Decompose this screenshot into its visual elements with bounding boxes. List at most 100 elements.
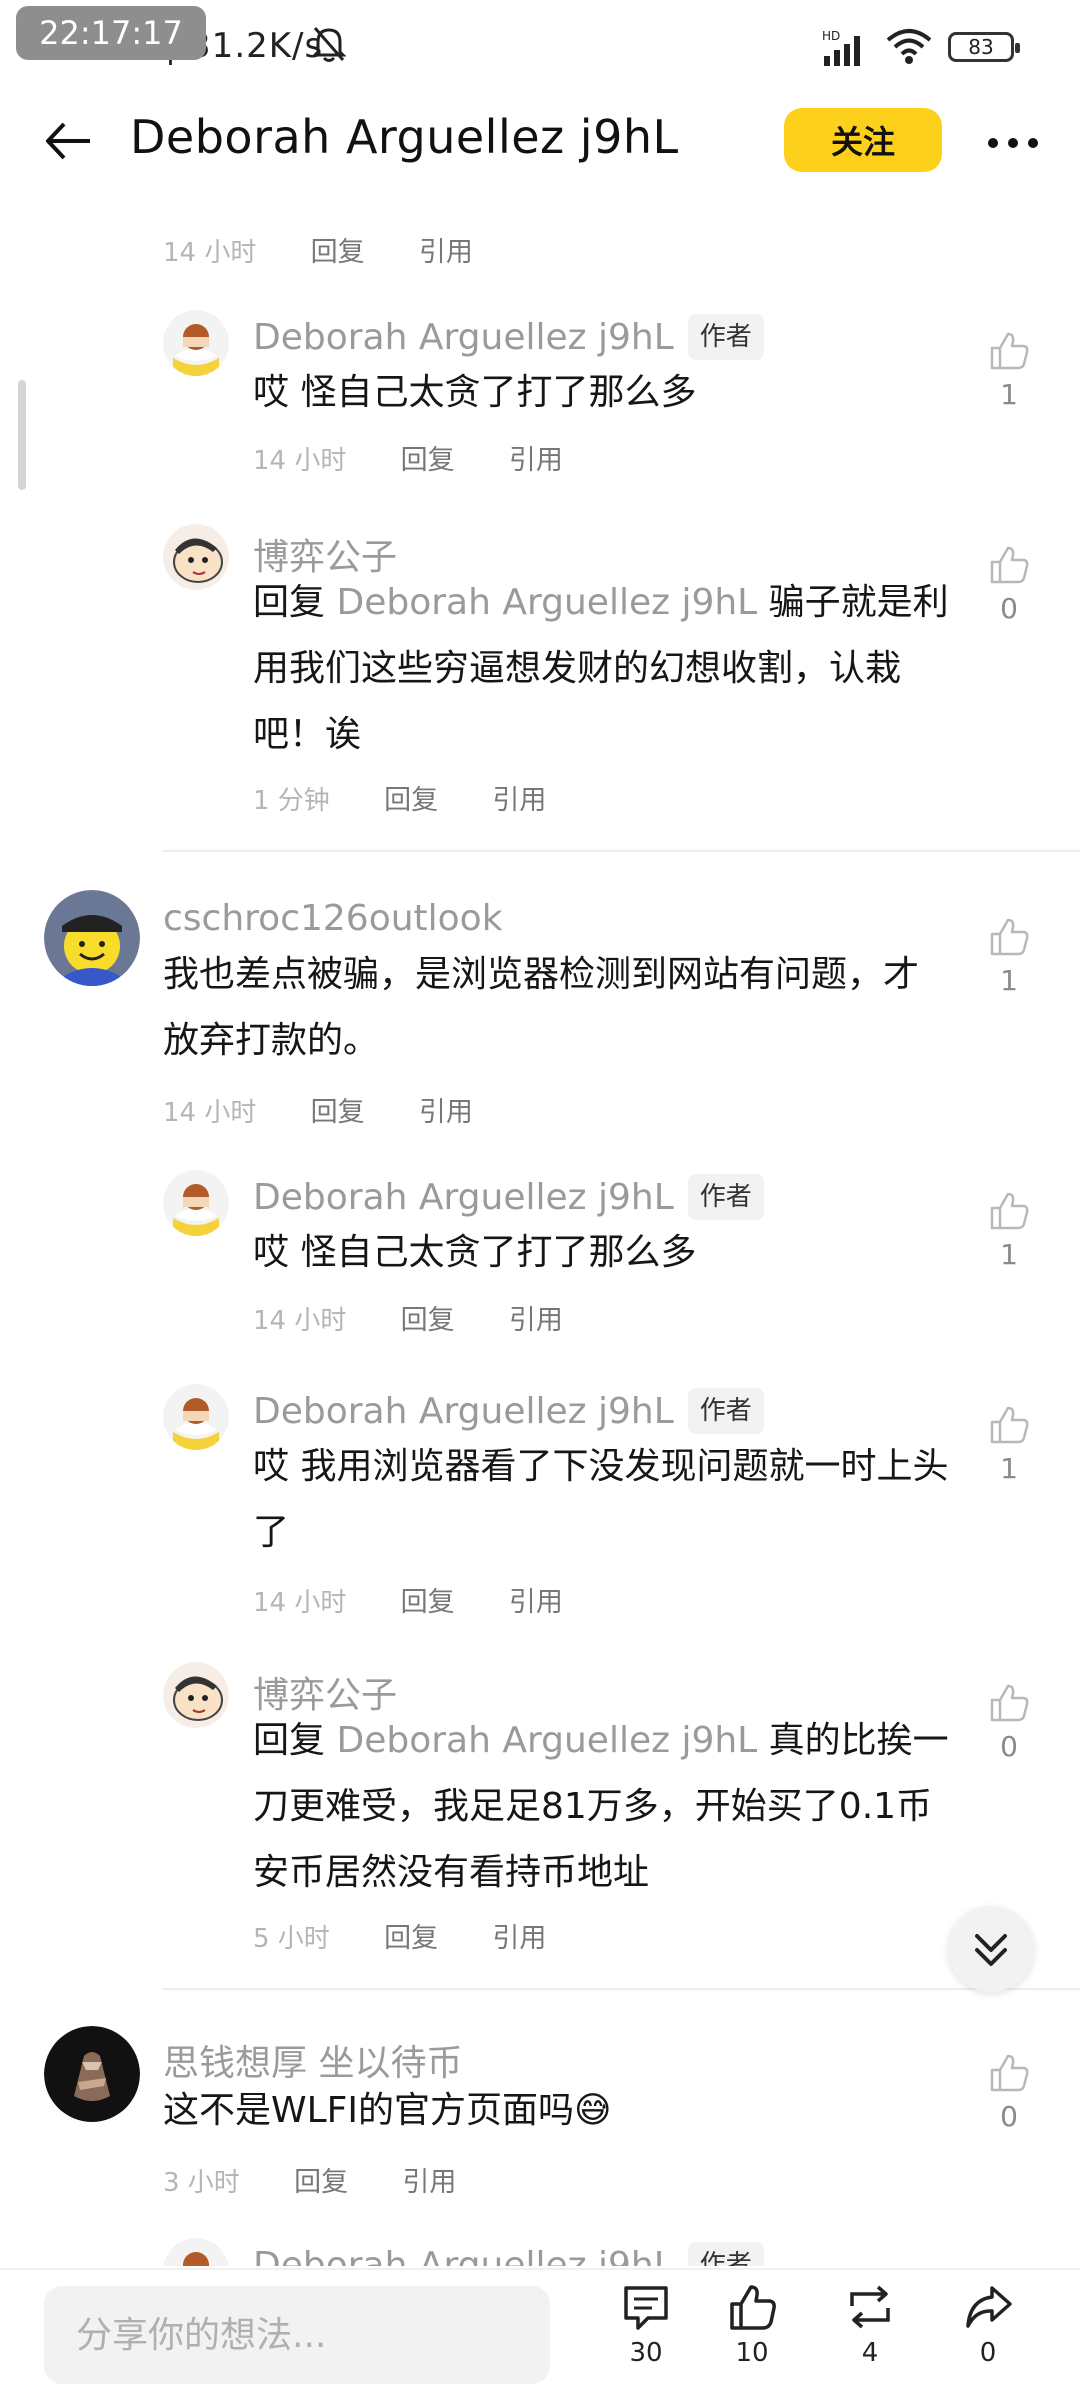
commenter-name[interactable]: cschroc126outlook — [163, 898, 503, 939]
reply-item: Deborah Arguellez j9hL 作者 哎 怪自己太贪了打了那么多 1… — [0, 1170, 1080, 1370]
quote-button[interactable]: 引用 — [509, 1305, 563, 1336]
like-button[interactable]: 0 — [979, 2052, 1039, 2133]
comment-item: 14 小时 回复 引用 — [0, 186, 1080, 286]
quote-button[interactable]: 引用 — [509, 445, 563, 476]
commenter-name[interactable]: Deborah Arguellez j9hL 作者 — [253, 314, 764, 360]
more-options-icon[interactable] — [982, 116, 1044, 166]
user-avatar[interactable] — [163, 524, 229, 590]
reply-prefix: 回复 — [253, 582, 326, 623]
divider — [163, 850, 1080, 852]
like-count: 1 — [1000, 964, 1018, 997]
thumbs-up-icon — [990, 1192, 1029, 1230]
author-badge: 作者 — [687, 314, 764, 360]
user-avatar[interactable] — [163, 310, 229, 376]
reply-to-name[interactable]: Deborah Arguellez j9hL — [336, 1720, 757, 1761]
signal-icon: HD — [822, 29, 860, 66]
comment-meta: 14 小时 回复 引用 — [163, 1090, 473, 1129]
scroll-down-button[interactable] — [948, 1906, 1034, 1992]
user-avatar[interactable] — [163, 1170, 229, 1236]
reply-button[interactable]: 回复 — [311, 237, 365, 268]
page-title: Deborah Arguellez j9hL — [130, 110, 679, 164]
commenter-name[interactable]: Deborah Arguellez j9hL 作者 — [253, 1388, 764, 1434]
commenter-name[interactable]: Deborah Arguellez j9hL 作者 — [253, 2242, 764, 2266]
mute-bell-icon — [312, 27, 346, 62]
comment-text: 哎 怪自己太贪了打了那么多 — [253, 372, 697, 413]
reply-prefix: 回复 — [253, 1720, 326, 1761]
comments-action[interactable]: 30 — [606, 2282, 686, 2368]
reply-to-name[interactable]: Deborah Arguellez j9hL — [336, 582, 757, 623]
user-avatar[interactable] — [44, 890, 140, 986]
quote-button[interactable]: 引用 — [419, 237, 473, 268]
author-badge: 作者 — [687, 2242, 764, 2266]
reply-button[interactable]: 回复 — [384, 785, 438, 816]
share-action[interactable]: 0 — [948, 2282, 1028, 2368]
comment-time: 3 小时 — [163, 2168, 240, 2198]
thumbs-up-icon — [730, 2285, 776, 2330]
user-avatar[interactable] — [163, 1662, 229, 1728]
like-count: 10 — [735, 2338, 769, 2368]
comment-item: cschroc126outlook 我也差点被骗，是浏览器检测到网站有问题，才放… — [0, 890, 1080, 1150]
user-avatar[interactable] — [163, 2238, 229, 2266]
reply-button[interactable]: 回复 — [401, 1305, 455, 1336]
comment-time: 14 小时 — [253, 1306, 347, 1336]
like-count: 0 — [1000, 592, 1018, 625]
quote-button[interactable]: 引用 — [492, 1923, 546, 1954]
repost-action[interactable]: 4 — [830, 2282, 910, 2368]
like-button[interactable]: 1 — [979, 330, 1039, 411]
quote-button[interactable]: 引用 — [509, 1587, 563, 1618]
divider — [163, 1988, 1080, 1990]
comment-text: 哎 我用浏览器看了下没发现问题就一时上头了 — [253, 1446, 949, 1553]
comment-input[interactable] — [44, 2286, 550, 2384]
time-overlay-badge: 22:17:17 — [16, 6, 206, 60]
reply-item: 博弈公子 回复 Deborah Arguellez j9hL 真的比挨一 刀更难… — [0, 1662, 1080, 1972]
status-bar: 22:17 | 31.2K/s 22:17:17 HD 83 — [0, 0, 1080, 96]
comment-text: 回复 Deborah Arguellez j9hL 真的比挨一 刀更难受，我足足… — [253, 1708, 953, 1906]
like-action[interactable]: 10 — [712, 2282, 792, 2368]
quote-button[interactable]: 引用 — [402, 2167, 456, 2198]
back-arrow-icon[interactable] — [40, 116, 96, 166]
comment-time: 14 小时 — [163, 238, 257, 268]
like-button[interactable]: 0 — [979, 1682, 1039, 1763]
comment-text: 回复 Deborah Arguellez j9hL 骗子就是利 用我们这些穷逼想… — [253, 570, 953, 768]
like-count: 1 — [1000, 1452, 1018, 1485]
comment-meta: 3 小时 回复 引用 — [163, 2160, 456, 2199]
scrollbar[interactable] — [18, 380, 26, 490]
like-button[interactable]: 1 — [979, 1404, 1039, 1485]
quote-button[interactable]: 引用 — [492, 785, 546, 816]
comment-time: 5 小时 — [253, 1924, 330, 1954]
comment-item: 思钱想厚 坐以待币 这不是WLFI的官方页面吗😅 3 小时 回复 引用 0 — [0, 2026, 1080, 2226]
repost-icon — [850, 2285, 890, 2329]
like-button[interactable]: 1 — [979, 1190, 1039, 1271]
comment-text-rest: 用我们这些穷逼想发财的幻想收割，认栽吧！诶 — [253, 648, 902, 755]
like-button[interactable]: 0 — [979, 544, 1039, 625]
comment-time: 1 分钟 — [253, 786, 330, 816]
comment-meta: 14 小时 回复 引用 — [253, 1580, 563, 1619]
comment-time: 14 小时 — [253, 446, 347, 476]
comment-time: 14 小时 — [253, 1588, 347, 1618]
reply-button[interactable]: 回复 — [401, 1587, 455, 1618]
comment-meta: 14 小时 回复 引用 — [253, 438, 563, 477]
user-avatar[interactable] — [163, 1384, 229, 1450]
double-chevron-down-icon — [975, 1934, 1007, 1966]
like-button[interactable]: 1 — [979, 916, 1039, 997]
user-avatar[interactable] — [44, 2026, 140, 2122]
thumbs-up-icon — [990, 918, 1029, 956]
battery-indicator: 83 — [948, 32, 1020, 62]
comment-text: 我也差点被骗，是浏览器检测到网站有问题，才放弃打款的。 — [163, 954, 920, 1061]
follow-button[interactable]: 关注 — [784, 108, 942, 172]
reply-button[interactable]: 回复 — [294, 2167, 348, 2198]
quote-button[interactable]: 引用 — [419, 1097, 473, 1128]
like-count: 0 — [1000, 2100, 1018, 2133]
reply-button[interactable]: 回复 — [384, 1923, 438, 1954]
commenter-name[interactable]: Deborah Arguellez j9hL 作者 — [253, 1174, 764, 1220]
wifi-icon — [886, 29, 932, 64]
comment-meta: 14 小时 回复 引用 — [253, 1298, 563, 1337]
reply-button[interactable]: 回复 — [401, 445, 455, 476]
comment-list[interactable]: 14 小时 回复 引用 Deborah Arguellez j9hL 作者 哎 怪… — [0, 186, 1080, 2266]
top-nav-bar: Deborah Arguellez j9hL 关注 — [0, 96, 1080, 186]
comment-meta: 14 小时 回复 引用 — [163, 230, 473, 269]
reply-item: 博弈公子 回复 Deborah Arguellez j9hL 骗子就是利 用我们… — [0, 524, 1080, 834]
hd-label: HD — [822, 29, 840, 43]
reply-button[interactable]: 回复 — [311, 1097, 365, 1128]
comment-icon — [624, 2286, 668, 2330]
